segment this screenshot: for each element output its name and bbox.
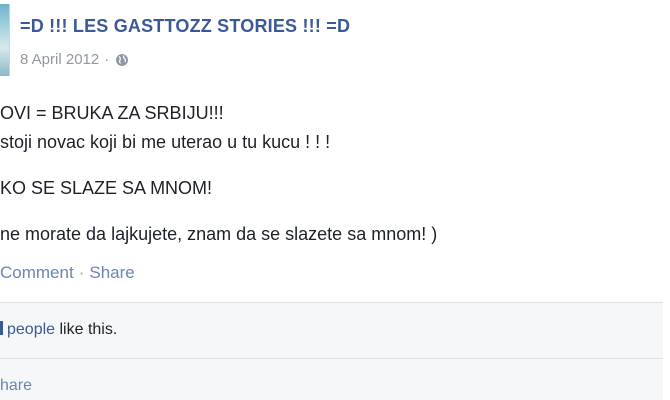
page-name-link[interactable]: =D !!! LES GASTTOZZ STORIES !!! =D xyxy=(20,16,350,37)
post-text-line: KO SE SLAZE SA MNOM! xyxy=(0,178,213,198)
feedback-box: people like this. hare xyxy=(0,302,664,400)
post-date[interactable]: 8 April 2012 xyxy=(20,51,99,68)
post-text-line: stoji novac koji bi me uterao u tu kucu … xyxy=(0,132,331,152)
share-link[interactable]: Share xyxy=(89,263,134,282)
likers-link[interactable]: people xyxy=(7,321,55,338)
feedback-divider xyxy=(0,358,663,359)
post-meta: 8 April 2012 · xyxy=(20,51,129,68)
post-actions: Comment · Share xyxy=(0,263,135,283)
action-separator: · xyxy=(78,263,85,282)
comment-link[interactable]: Comment xyxy=(0,263,74,282)
likes-summary: people like this. xyxy=(0,321,117,339)
globe-icon[interactable] xyxy=(115,53,129,67)
likes-edge-mark xyxy=(0,321,3,335)
meta-separator: · xyxy=(104,51,110,68)
shares-link[interactable]: hare xyxy=(0,377,32,395)
post-text-line: ne morate da lajkujete, znam da se slaze… xyxy=(0,224,438,244)
post-text-line: OVI = BRUKA ZA SRBIJU!!! xyxy=(0,103,224,123)
facebook-post: =D !!! LES GASTTOZZ STORIES !!! =D 8 Apr… xyxy=(0,0,670,400)
likes-suffix: like this. xyxy=(55,321,118,338)
feed-gutter xyxy=(663,302,670,400)
page-avatar[interactable] xyxy=(0,4,10,76)
